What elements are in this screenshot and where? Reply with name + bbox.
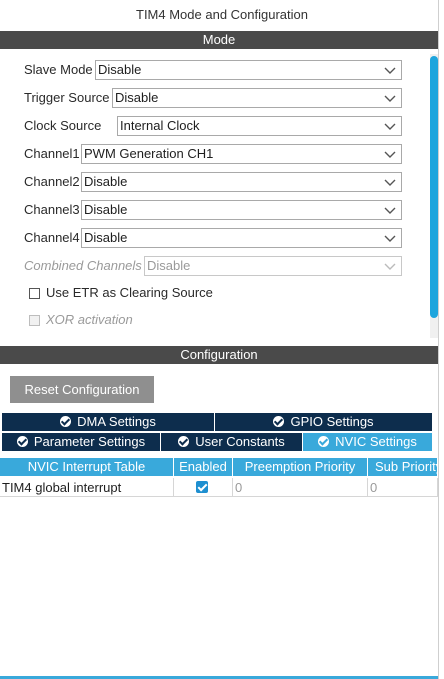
- enabled-checkbox[interactable]: [196, 481, 208, 493]
- chevron-down-icon: [384, 263, 396, 270]
- channel3-label: Channel3: [24, 202, 80, 217]
- table-cell-interrupt-name: TIM4 global interrupt: [0, 478, 174, 497]
- use-etr-label: Use ETR as Clearing Source: [46, 285, 213, 300]
- panel-divider: [438, 0, 439, 679]
- check-circle-icon: [318, 436, 330, 447]
- tab-label: NVIC Settings: [335, 434, 417, 449]
- channel2-value: Disable: [84, 174, 128, 189]
- column-header-enabled[interactable]: Enabled: [174, 458, 233, 476]
- window-title: TIM4 Mode and Configuration: [136, 7, 308, 22]
- trigger-source-value: Disable: [115, 90, 159, 105]
- combined-channels-value: Disable: [147, 258, 191, 273]
- clock-source-label: Clock Source: [24, 118, 102, 133]
- table-cell-sub-priority[interactable]: 0: [368, 478, 438, 497]
- tab-user-constants[interactable]: User Constants: [161, 433, 303, 451]
- clock-source-select[interactable]: Internal Clock: [117, 116, 402, 136]
- chevron-down-icon: [384, 123, 396, 130]
- check-circle-icon: [60, 416, 72, 427]
- chevron-down-icon: [384, 67, 396, 74]
- xor-activation-checkbox: [29, 315, 40, 326]
- trigger-source-label: Trigger Source: [24, 90, 110, 105]
- check-circle-icon: [178, 436, 190, 447]
- slave-mode-value: Disable: [98, 62, 142, 77]
- channel1-select[interactable]: PWM Generation CH1: [81, 144, 402, 164]
- combined-channels-label: Combined Channels: [24, 258, 142, 273]
- chevron-down-icon: [384, 235, 396, 242]
- chevron-down-icon: [384, 151, 396, 158]
- tab-label: User Constants: [195, 434, 285, 449]
- clock-source-value: Internal Clock: [120, 118, 200, 133]
- tab-label: DMA Settings: [77, 414, 156, 429]
- combined-channels-select: Disable: [144, 256, 402, 276]
- channel2-select[interactable]: Disable: [81, 172, 402, 192]
- channel3-select[interactable]: Disable: [81, 200, 402, 220]
- tab-label: GPIO Settings: [290, 414, 374, 429]
- channel1-value: PWM Generation CH1: [84, 146, 214, 161]
- tab-parameter-settings[interactable]: Parameter Settings: [2, 433, 161, 451]
- column-header-preemption-priority[interactable]: Preemption Priority: [233, 458, 368, 476]
- check-circle-icon: [16, 436, 28, 447]
- configuration-section-header: Configuration: [0, 346, 438, 364]
- column-header-nvic-interrupt-table[interactable]: NVIC Interrupt Table: [0, 458, 174, 476]
- tab-dma-settings[interactable]: DMA Settings: [2, 413, 215, 431]
- channel4-select[interactable]: Disable: [81, 228, 402, 248]
- trigger-source-select[interactable]: Disable: [112, 88, 402, 108]
- slave-mode-label: Slave Mode: [24, 62, 93, 77]
- chevron-down-icon: [384, 179, 396, 186]
- check-circle-icon: [273, 416, 285, 427]
- tab-gpio-settings[interactable]: GPIO Settings: [215, 413, 432, 431]
- tab-label: Parameter Settings: [33, 434, 146, 449]
- channel4-value: Disable: [84, 230, 128, 245]
- tab-nvic-settings[interactable]: NVIC Settings: [303, 433, 432, 451]
- mode-scrollbar-thumb[interactable]: [430, 56, 438, 318]
- channel3-value: Disable: [84, 202, 128, 217]
- channel4-label: Channel4: [24, 230, 80, 245]
- slave-mode-select[interactable]: Disable: [95, 60, 402, 80]
- channel2-label: Channel2: [24, 174, 80, 189]
- use-etr-checkbox[interactable]: [29, 288, 40, 299]
- chevron-down-icon: [384, 95, 396, 102]
- xor-activation-label: XOR activation: [46, 312, 133, 327]
- chevron-down-icon: [384, 207, 396, 214]
- table-cell-enabled: [174, 478, 233, 497]
- reset-configuration-button[interactable]: Reset Configuration: [10, 376, 154, 403]
- mode-section-header: Mode: [0, 31, 438, 49]
- column-header-sub-priority[interactable]: Sub Priority: [368, 458, 438, 476]
- table-cell-preemption-priority[interactable]: 0: [233, 478, 368, 497]
- channel1-label: Channel1: [24, 146, 80, 161]
